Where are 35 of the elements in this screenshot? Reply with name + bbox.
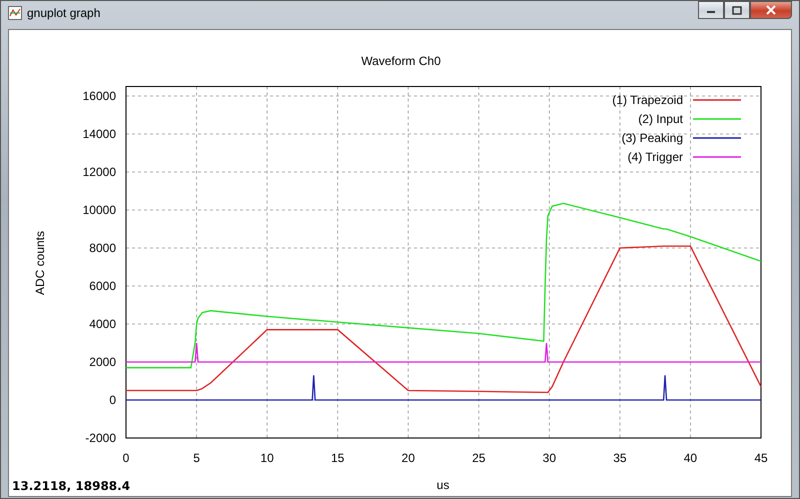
legend-label: (1) Trapezoid bbox=[612, 93, 683, 107]
x-tick-label: 40 bbox=[684, 451, 698, 465]
maximize-button[interactable] bbox=[724, 1, 750, 19]
y-tick-label: 6000 bbox=[89, 279, 116, 293]
x-tick-label: 15 bbox=[330, 451, 344, 465]
window-title: gnuplot graph bbox=[27, 6, 102, 20]
y-axis-label: ADC counts bbox=[33, 230, 47, 296]
cursor-coordinates: 13.2118, 18988.4 bbox=[12, 479, 130, 493]
y-tick-label: 12000 bbox=[82, 165, 116, 179]
close-button[interactable] bbox=[750, 1, 792, 19]
close-icon bbox=[766, 5, 776, 15]
legend-label: (4) Trigger bbox=[628, 150, 683, 164]
x-tick-label: 30 bbox=[542, 451, 556, 465]
y-tick-label: 0 bbox=[109, 393, 116, 407]
legend-label: (2) Input bbox=[638, 112, 683, 126]
x-tick-label: 5 bbox=[193, 451, 200, 465]
y-tick-label: 14000 bbox=[82, 127, 116, 141]
y-tick-label: 8000 bbox=[89, 241, 116, 255]
x-tick-label: 0 bbox=[122, 451, 130, 465]
y-tick-label: 2000 bbox=[89, 355, 116, 369]
x-tick-label: 10 bbox=[260, 451, 274, 465]
x-tick-label: 35 bbox=[613, 451, 627, 465]
x-tick-label: 45 bbox=[754, 451, 768, 465]
y-tick-label: 4000 bbox=[89, 317, 116, 331]
chart-title: Waveform Ch0 bbox=[361, 54, 441, 68]
x-tick-label: 25 bbox=[472, 451, 486, 465]
graph-app-icon bbox=[8, 6, 22, 20]
y-tick-label: 16000 bbox=[82, 89, 116, 103]
y-tick-label: -2000 bbox=[85, 431, 116, 445]
minimize-button[interactable] bbox=[698, 1, 724, 19]
y-tick-label: 10000 bbox=[82, 203, 116, 217]
x-axis-label: us bbox=[436, 478, 450, 492]
legend-label: (3) Peaking bbox=[622, 131, 683, 145]
maximize-icon bbox=[732, 6, 742, 14]
x-tick-label: 20 bbox=[402, 451, 415, 465]
